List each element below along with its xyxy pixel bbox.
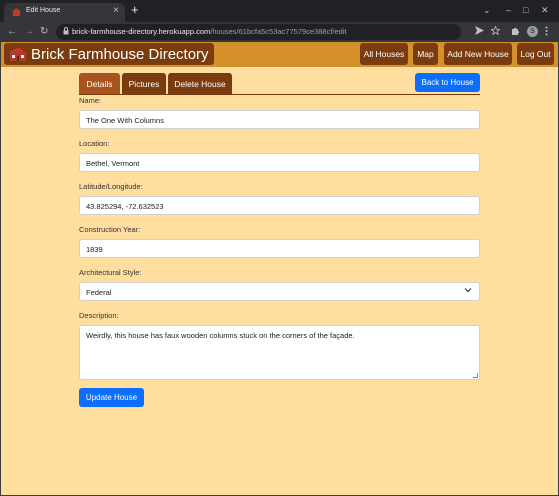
nav-all-houses[interactable]: All Houses	[360, 43, 408, 65]
name-label: Name:	[79, 96, 102, 105]
style-select[interactable]: Federal	[79, 282, 480, 301]
minimize-icon[interactable]: –	[506, 4, 511, 16]
site-navbar: Brick Farmhouse Directory All Houses Map…	[1, 42, 558, 67]
resize-handle-icon[interactable]	[473, 373, 478, 378]
lock-icon	[63, 27, 69, 35]
reload-icon[interactable]: ↻	[40, 25, 48, 38]
close-window-icon[interactable]: ✕	[541, 4, 549, 16]
tabs-divider	[79, 94, 480, 95]
star-icon[interactable]	[491, 26, 500, 35]
address-bar[interactable]: brick-farmhouse-directory.herokuapp.com/…	[56, 24, 461, 40]
url-text: brick-farmhouse-directory.herokuapp.com/…	[72, 27, 347, 36]
farmhouse-logo-icon	[8, 47, 28, 61]
forward-arrow-icon[interactable]: →	[24, 25, 34, 38]
style-label: Architectural Style:	[79, 268, 142, 277]
profile-avatar[interactable]: S	[527, 26, 538, 37]
browser-tab-strip: Edit House × + ⌄ – □ ✕	[0, 0, 559, 22]
brand-link[interactable]: Brick Farmhouse Directory	[4, 43, 214, 65]
description-text: Weirdly, this house has faux wooden colu…	[86, 331, 355, 340]
nav-add-new-house[interactable]: Add New House	[444, 43, 512, 65]
latlng-input[interactable]: 43.825294, -72.632523	[79, 196, 480, 215]
site-title: Brick Farmhouse Directory	[31, 45, 209, 63]
house-favicon-icon	[12, 8, 21, 16]
new-tab-icon[interactable]: +	[131, 3, 139, 17]
location-input[interactable]: Bethel, Vermont	[79, 153, 480, 172]
browser-tab[interactable]: Edit House ×	[4, 3, 125, 22]
tab-details[interactable]: Details	[79, 73, 120, 95]
latlng-label: Latitude/Longitude:	[79, 182, 143, 191]
url-path: /houses/61bcfa5c53ac77579ce388cf/edit	[210, 27, 347, 36]
send-icon[interactable]	[475, 26, 484, 35]
tab-search-chevron-icon[interactable]: ⌄	[483, 4, 491, 16]
year-input[interactable]: 1839	[79, 239, 480, 258]
nav-log-out[interactable]: Log Out	[517, 43, 554, 65]
puzzle-icon[interactable]	[511, 26, 520, 35]
tab-delete-house[interactable]: Delete House	[168, 73, 232, 95]
back-arrow-icon[interactable]: ←	[7, 25, 17, 38]
close-tab-icon[interactable]: ×	[113, 5, 119, 17]
description-label: Description:	[79, 311, 119, 320]
location-label: Location:	[79, 139, 110, 148]
tab-pictures[interactable]: Pictures	[122, 73, 166, 95]
nav-map[interactable]: Map	[413, 43, 438, 65]
update-house-button[interactable]: Update House	[79, 388, 144, 407]
url-host: brick-farmhouse-directory.herokuapp.com	[72, 27, 211, 36]
kebab-menu-icon[interactable]	[545, 26, 548, 36]
browser-tab-title: Edit House	[26, 7, 61, 14]
chevron-down-icon	[464, 288, 472, 293]
description-textarea[interactable]: Weirdly, this house has faux wooden colu…	[79, 325, 480, 380]
back-to-house-button[interactable]: Back to House	[415, 73, 480, 92]
year-label: Construction Year:	[79, 225, 141, 234]
style-select-value: Federal	[86, 288, 112, 297]
page-content: Brick Farmhouse Directory All Houses Map…	[1, 42, 558, 495]
maximize-icon[interactable]: □	[523, 4, 528, 16]
name-input[interactable]: The One With Columns	[79, 110, 480, 129]
browser-toolbar: ← → ↻ brick-farmhouse-directory.herokuap…	[0, 22, 559, 42]
